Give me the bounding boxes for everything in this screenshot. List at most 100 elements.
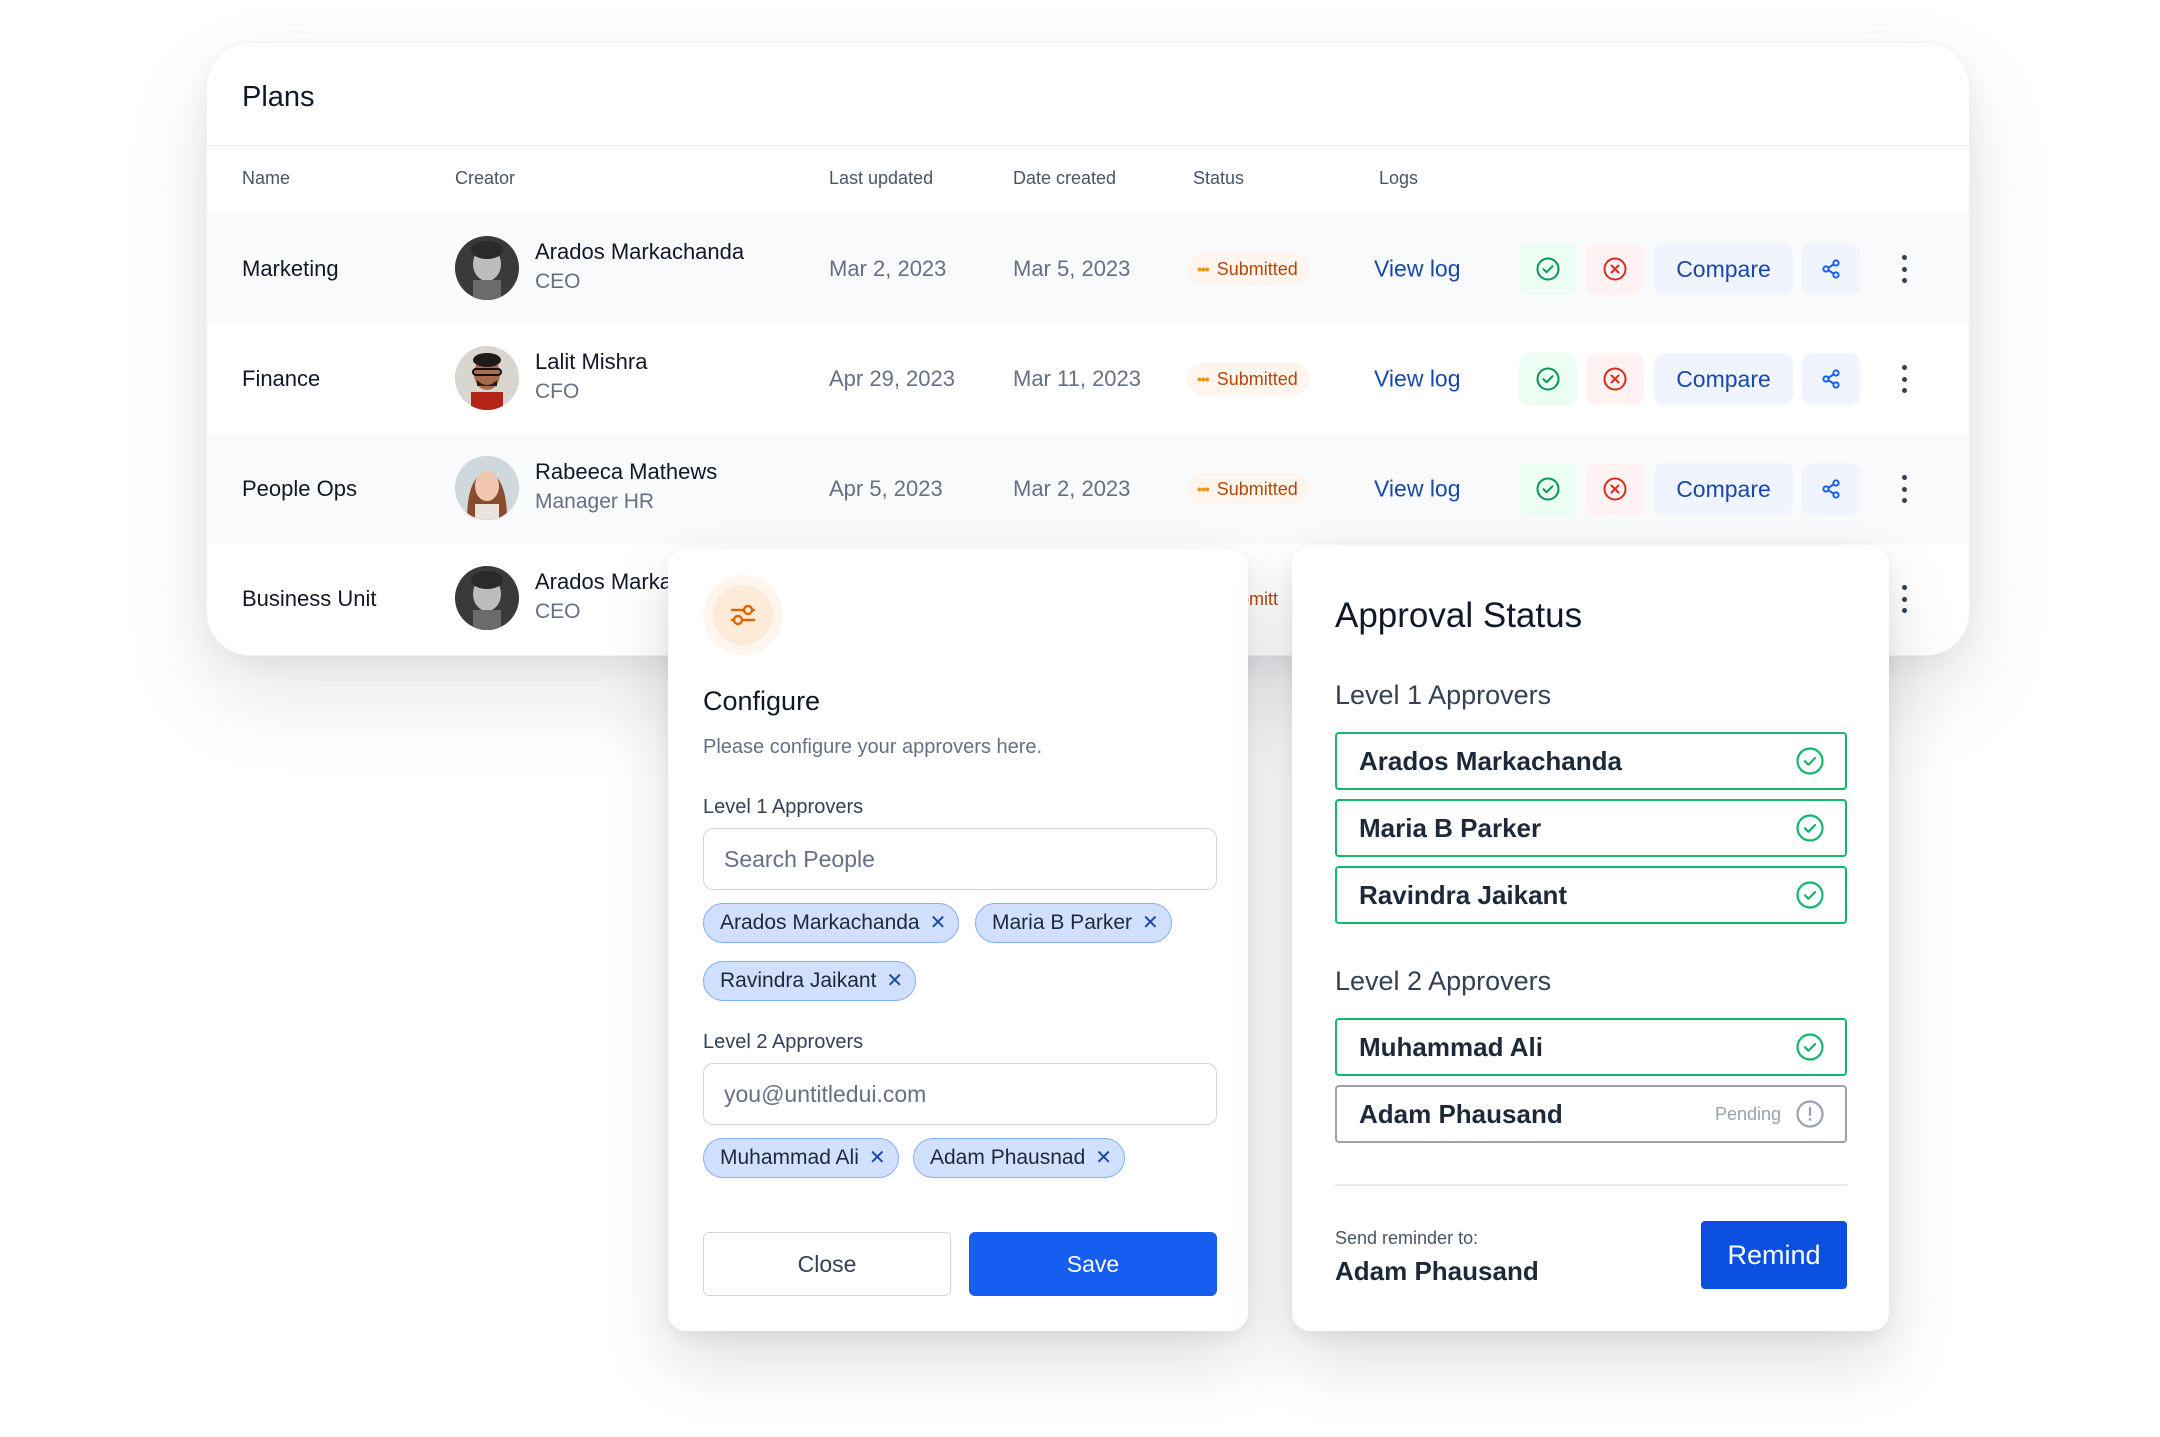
email-field[interactable]: you@untitledui.com (703, 1063, 1217, 1125)
x-circle-icon (1603, 367, 1627, 391)
level-1-label: Level 1 Approvers (1335, 680, 1552, 710)
creator-name: Rabeeca Mathews (535, 459, 718, 484)
x-icon[interactable]: ✕ (869, 1148, 886, 1168)
reject-button[interactable] (1586, 243, 1644, 295)
share-button[interactable] (1802, 353, 1860, 405)
more-vertical-icon[interactable] (1897, 255, 1911, 283)
view-log-link[interactable]: View log (1374, 366, 1461, 393)
approver-chip: Adam Phausnad ✕ (913, 1138, 1126, 1178)
table-row: People Ops Rabeeca Mathews Manager HR Ap… (207, 434, 1969, 544)
search-people-input[interactable]: Search People (703, 828, 1217, 890)
configure-title: Configure (703, 686, 821, 716)
last-updated: Apr 29, 2023 (829, 366, 955, 391)
creator-role: CFO (535, 380, 580, 403)
column-header-date-created: Date created (1013, 168, 1117, 188)
share-icon (1822, 259, 1840, 279)
column-header-status: Status (1193, 168, 1245, 188)
approver-row: Ravindra Jaikant (1335, 866, 1847, 924)
compare-button[interactable]: Compare (1654, 463, 1793, 515)
creator-role: CEO (535, 270, 581, 293)
view-log-link[interactable]: View log (1374, 256, 1461, 283)
plan-name: Finance (242, 366, 321, 391)
date-created: Mar 11, 2023 (1013, 366, 1142, 391)
compare-button[interactable]: Compare (1654, 243, 1793, 295)
approval-status-card: Approval Status Level 1 Approvers Arados… (1292, 546, 1889, 1331)
check-circle-icon (1536, 367, 1560, 391)
creator-role: Manager HR (535, 490, 655, 513)
avatar (455, 456, 519, 520)
dots-icon: ••• (1197, 481, 1210, 497)
check-circle-icon (1796, 1033, 1824, 1061)
level-1-label: Level 1 Approvers (703, 796, 864, 818)
column-header-creator: Creator (455, 168, 516, 188)
column-header-name: Name (242, 168, 291, 188)
approve-button[interactable] (1519, 243, 1577, 295)
x-circle-icon (1603, 477, 1627, 501)
sliders-icon (730, 604, 756, 626)
share-icon (1822, 369, 1840, 389)
date-created: Mar 5, 2023 (1013, 256, 1131, 281)
alert-circle-icon (1796, 1100, 1824, 1128)
creator-role: CEO (535, 600, 581, 623)
reminder-recipient: Adam Phausand (1335, 1256, 1539, 1286)
approver-chip: Ravindra Jaikant ✕ (703, 961, 917, 1001)
x-icon[interactable]: ✕ (886, 971, 903, 991)
approver-chip: Arados Markachanda ✕ (703, 903, 960, 943)
more-vertical-icon[interactable] (1897, 585, 1911, 613)
approver-row: Maria B Parker (1335, 799, 1847, 857)
level-2-label: Level 2 Approvers (1335, 966, 1552, 996)
plan-name: Marketing (242, 256, 339, 281)
configure-icon-badge (703, 575, 783, 655)
approve-button[interactable] (1519, 353, 1577, 405)
x-icon[interactable]: ✕ (1142, 913, 1159, 933)
avatar (455, 236, 519, 300)
close-button[interactable]: Close (703, 1232, 951, 1296)
approver-row-pending: Adam Phausand Pending (1335, 1085, 1847, 1143)
configure-modal: Configure Please configure your approver… (668, 549, 1248, 1331)
more-vertical-icon[interactable] (1897, 475, 1911, 503)
reject-button[interactable] (1586, 463, 1644, 515)
share-button[interactable] (1802, 243, 1860, 295)
check-circle-icon (1536, 257, 1560, 281)
page-title: Plans (242, 81, 315, 113)
save-button[interactable]: Save (969, 1232, 1217, 1296)
date-created: Mar 2, 2023 (1013, 476, 1131, 501)
level-2-label: Level 2 Approvers (703, 1031, 864, 1053)
pending-label: Pending (1714, 1103, 1781, 1124)
more-vertical-icon[interactable] (1897, 365, 1911, 393)
x-icon[interactable]: ✕ (930, 913, 947, 933)
approver-row: Muhammad Ali (1335, 1018, 1847, 1076)
last-updated: Apr 5, 2023 (829, 476, 943, 501)
remind-button[interactable]: Remind (1701, 1221, 1847, 1289)
divider (1335, 1184, 1847, 1186)
approval-title: Approval Status (1335, 596, 1583, 635)
approver-chip: Muhammad Ali ✕ (703, 1138, 899, 1178)
approver-row: Arados Markachanda (1335, 732, 1847, 790)
creator-name: Lalit Mishra (535, 349, 648, 374)
avatar (455, 346, 519, 410)
status-badge: ••• Submitted (1187, 473, 1310, 505)
last-updated: Mar 2, 2023 (829, 256, 947, 281)
approve-button[interactable] (1519, 463, 1577, 515)
x-icon[interactable]: ✕ (1095, 1148, 1112, 1168)
configure-subtitle: Please configure your approvers here. (703, 736, 1043, 758)
dots-icon: ••• (1197, 371, 1210, 387)
status-badge: ••• Submitted (1187, 363, 1310, 395)
creator-name: Arados Marka (535, 569, 672, 594)
header-divider (207, 145, 1969, 146)
share-button[interactable] (1802, 463, 1860, 515)
reminder-label: Send reminder to: (1335, 1228, 1479, 1248)
check-circle-icon (1796, 814, 1824, 842)
dots-icon: ••• (1197, 261, 1210, 277)
column-header-logs: Logs (1379, 168, 1419, 188)
plan-name: People Ops (242, 476, 357, 501)
view-log-link[interactable]: View log (1374, 476, 1461, 503)
column-header-last-updated: Last updated (829, 168, 934, 188)
creator-name: Arados Markachanda (535, 239, 745, 264)
table-row: Finance Lalit Mishra CFO Apr 29, 2023 Ma… (207, 324, 1969, 434)
compare-button[interactable]: Compare (1654, 353, 1793, 405)
avatar (455, 566, 519, 630)
reject-button[interactable] (1586, 353, 1644, 405)
table-row: Marketing Arados Markachanda CEO Mar 2, … (207, 214, 1969, 324)
check-circle-icon (1796, 747, 1824, 775)
